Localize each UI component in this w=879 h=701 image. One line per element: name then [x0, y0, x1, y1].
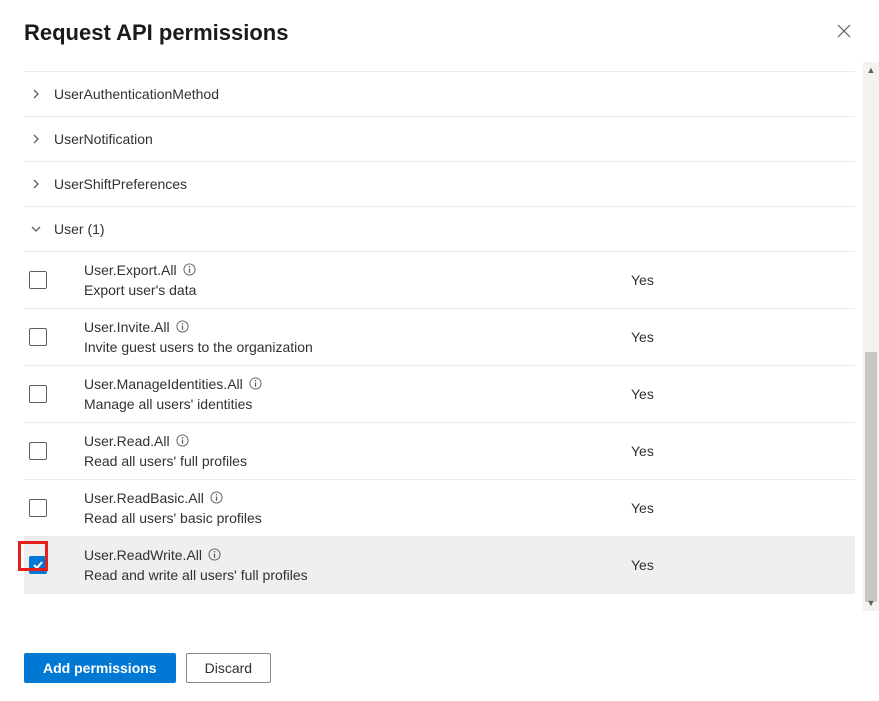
permission-name: User.Invite.All	[84, 319, 170, 335]
admin-consent-value: Yes	[631, 500, 851, 516]
permission-checkbox[interactable]	[29, 271, 47, 289]
chevron-right-icon	[28, 131, 44, 147]
permission-group-usershiftprefs[interactable]: UserShiftPreferences	[24, 162, 855, 207]
info-icon[interactable]	[249, 377, 263, 391]
permission-name: User.Read.All	[84, 433, 170, 449]
permission-checkbox[interactable]	[29, 385, 47, 403]
add-permissions-button[interactable]: Add permissions	[24, 653, 176, 683]
permission-checkbox[interactable]	[29, 442, 47, 460]
group-label: User (1)	[54, 221, 105, 237]
permission-description: Read all users' basic profiles	[84, 510, 631, 526]
footer-actions: Add permissions Discard	[0, 635, 879, 701]
permission-description: Read all users' full profiles	[84, 453, 631, 469]
permission-row: User.ReadBasic.All Read all users' basic…	[24, 480, 855, 537]
scrollbar-up-arrow-icon[interactable]: ▲	[863, 62, 879, 78]
info-icon[interactable]	[176, 320, 190, 334]
group-label: UserShiftPreferences	[54, 176, 187, 192]
permission-name: User.ReadBasic.All	[84, 490, 204, 506]
chevron-right-icon	[28, 176, 44, 192]
permission-group-user[interactable]: User (1)	[24, 207, 855, 252]
admin-consent-value: Yes	[631, 272, 851, 288]
close-icon[interactable]	[833, 20, 855, 47]
scrollbar-track[interactable]: ▲ ▼	[863, 62, 879, 611]
permission-name: User.Export.All	[84, 262, 177, 278]
panel-header: Request API permissions	[24, 20, 855, 47]
permission-name: User.ReadWrite.All	[84, 547, 202, 563]
permission-group-userauthmethod[interactable]: UserAuthenticationMethod	[24, 72, 855, 117]
annotation-highlight	[18, 541, 48, 571]
admin-consent-value: Yes	[631, 557, 851, 573]
permission-checkbox[interactable]	[29, 499, 47, 517]
permission-checkbox[interactable]	[29, 328, 47, 346]
permission-description: Manage all users' identities	[84, 396, 631, 412]
scrollbar-thumb[interactable]	[865, 352, 877, 602]
group-label: UserNotification	[54, 131, 153, 147]
permission-description: Export user's data	[84, 282, 631, 298]
chevron-right-icon	[28, 86, 44, 102]
permission-row: User.ReadWrite.All Read and write all us…	[24, 537, 855, 594]
permission-description: Invite guest users to the organization	[84, 339, 631, 355]
permission-row: User.Invite.All Invite guest users to th…	[24, 309, 855, 366]
discard-button[interactable]: Discard	[186, 653, 271, 683]
group-label: UserAuthenticationMethod	[54, 86, 219, 102]
permission-row: User.Read.All Read all users' full profi…	[24, 423, 855, 480]
info-icon[interactable]	[208, 548, 222, 562]
page-title: Request API permissions	[24, 20, 288, 46]
permission-row: User.ManageIdentities.All Manage all use…	[24, 366, 855, 423]
permission-name: User.ManageIdentities.All	[84, 376, 243, 392]
scrollbar-down-arrow-icon[interactable]: ▼	[863, 595, 879, 611]
permission-group-usernotification[interactable]: UserNotification	[24, 117, 855, 162]
info-icon[interactable]	[183, 263, 197, 277]
chevron-down-icon	[28, 221, 44, 237]
permission-description: Read and write all users' full profiles	[84, 567, 631, 583]
info-icon[interactable]	[210, 491, 224, 505]
permission-row: User.Export.All Export user's data Yes	[24, 252, 855, 309]
info-icon[interactable]	[176, 434, 190, 448]
admin-consent-value: Yes	[631, 386, 851, 402]
admin-consent-value: Yes	[631, 443, 851, 459]
admin-consent-value: Yes	[631, 329, 851, 345]
